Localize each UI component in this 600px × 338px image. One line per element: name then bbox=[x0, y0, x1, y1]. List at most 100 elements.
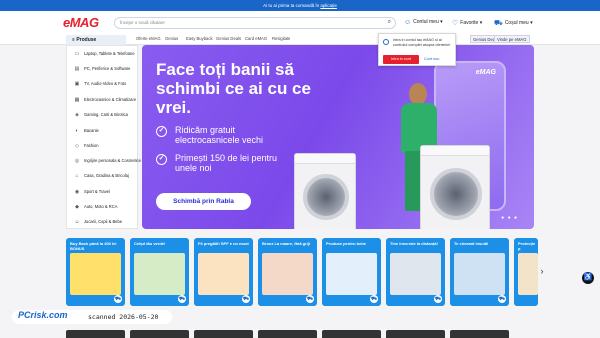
sidebar-item-label: Ingrijire personala & Cosmetice bbox=[84, 158, 141, 163]
sidebar-item-tv[interactable]: ▣ TV, Audio-Video & Foto bbox=[67, 76, 139, 91]
cart-icon[interactable]: ⛟ bbox=[370, 295, 378, 303]
sidebar-item-grocery[interactable]: ◐ Bacanie bbox=[67, 123, 139, 138]
promo-card[interactable]: Te cheamă insulă! ⛟ bbox=[450, 238, 509, 306]
cart-icon[interactable]: ⛟ bbox=[114, 295, 122, 303]
sidebar-item-label: Fashion bbox=[84, 143, 99, 148]
promo-card-title: Celțul tău verde! bbox=[134, 241, 166, 246]
promo-card[interactable]: Tine înecrede la distanță! ⛟ bbox=[386, 238, 445, 306]
nav-link-card[interactable]: Card eMAG bbox=[245, 36, 267, 41]
cart-icon[interactable]: ⛟ bbox=[178, 295, 186, 303]
promo-card-title: Protecție p bbox=[518, 241, 536, 251]
pcrisk-logo: PCrisk.com bbox=[18, 310, 68, 320]
phone-emag-logo: eMAG bbox=[475, 69, 496, 76]
heart-icon: ♡ bbox=[452, 20, 459, 27]
search-input[interactable]: Începe o nouă căutare bbox=[120, 20, 165, 25]
home-icon: ⌂ bbox=[75, 173, 79, 179]
products-menu-button[interactable]: ≡ Produse bbox=[66, 35, 126, 45]
promo-card-title: Te cheamă insulă! bbox=[454, 241, 489, 246]
nav-link-resigilate[interactable]: Resigilate bbox=[272, 36, 290, 41]
search-bar[interactable]: Începe o nouă căutare ⌕ bbox=[114, 17, 396, 29]
cart-icon: ⛟ bbox=[494, 20, 503, 27]
nav-link-genius[interactable]: Genius bbox=[165, 36, 178, 41]
hero-bullet-1: ✓ Ridicăm gratuit electrocasnicele vechi bbox=[156, 125, 296, 147]
promo-card[interactable]: Bronz La maare, fără griji ⛟ bbox=[258, 238, 317, 306]
login-button[interactable]: Intra in cont bbox=[383, 55, 419, 64]
check-circle-icon: ✓ bbox=[156, 154, 167, 165]
sidebar-item-label: TV, Audio-Video & Foto bbox=[84, 81, 127, 86]
site-header: eMAG Începe o nouă căutare ⌕ ☺ Contul meu… bbox=[0, 11, 600, 34]
account-menu[interactable]: ☺ Contul meu ▾ bbox=[404, 19, 443, 26]
grocery-icon: ◐ bbox=[75, 128, 79, 134]
sidebar-item-gaming[interactable]: ◈ Gaming, Carti & Birotica bbox=[67, 107, 139, 122]
sidebar-item-label: PC, Periferice & Software bbox=[84, 66, 131, 71]
topbar-text: Ai tu ai prima ta comandă în bbox=[263, 3, 320, 8]
account-label: Contul meu bbox=[413, 19, 439, 25]
promo-card-title: Bronz La maare, fără griji bbox=[262, 241, 311, 246]
sidebar-item-label: Sport & Travel bbox=[84, 189, 110, 194]
promo-card[interactable]: Fii pregătit! SPF e un must ⛟ bbox=[194, 238, 253, 306]
cart-label: Coșul meu bbox=[504, 20, 529, 26]
topbar-app-link[interactable]: aplicație bbox=[320, 3, 337, 8]
watermark-badge: PCrisk.com scanned 2026-05-20 bbox=[12, 310, 172, 324]
promo-card-title: Buy Back până la 400 lei BONUS bbox=[70, 241, 117, 251]
laptop-icon: ▭ bbox=[74, 51, 80, 57]
sell-on-emag-link[interactable]: Vinde pe eMAG bbox=[494, 35, 530, 43]
watermark-text: scanned 2026-05-20 bbox=[88, 313, 159, 321]
hero-bullet-text: Primești 150 de lei pentru unele noi bbox=[175, 153, 278, 173]
hero-banner[interactable]: Face toți banii să schimbi ce ai cu ce v… bbox=[142, 45, 534, 229]
user-icon: ☺ bbox=[404, 19, 412, 26]
appliance-icon: ▦ bbox=[74, 97, 80, 103]
nav-link-oferte[interactable]: Oferte eMAG bbox=[136, 36, 161, 41]
hero-bullet-text: Ridicăm gratuit electrocasnicele vechi bbox=[175, 125, 264, 145]
promo-card[interactable]: Celțul tău verde! ⛟ bbox=[130, 238, 189, 306]
favorites-menu[interactable]: ♡ Favorite ▾ bbox=[452, 19, 482, 27]
sidebar-item-sport[interactable]: ◉ Sport & Travel bbox=[67, 184, 139, 199]
tv-icon: ▣ bbox=[74, 81, 80, 87]
toys-icon: ☺ bbox=[74, 219, 80, 225]
cart-icon[interactable]: ⛟ bbox=[434, 295, 442, 303]
check-circle-icon: ✓ bbox=[156, 126, 167, 137]
promo-cards-row: Buy Back până la 400 lei BONUS ⛟ Celțul t… bbox=[66, 238, 538, 306]
product-strip-bottom bbox=[66, 330, 538, 338]
new-account-link[interactable]: Cont nou bbox=[424, 55, 439, 64]
sidebar-item-pc[interactable]: ▤ PC, Periferice & Software bbox=[67, 61, 139, 76]
carousel-dots[interactable]: ● ● ● bbox=[501, 215, 518, 221]
user-icon bbox=[383, 39, 389, 45]
promo-card-title: Produse pentru bebe bbox=[326, 241, 367, 246]
nav-link-buyback[interactable]: Easy Buyback bbox=[186, 36, 213, 41]
sidebar-item-label: Auto, Moto & RCA bbox=[84, 204, 118, 209]
sidebar-item-label: Bacanie bbox=[84, 128, 99, 133]
promo-card[interactable]: Produse pentru bebe ⛟ bbox=[322, 238, 381, 306]
sidebar-item-fashion[interactable]: ◇ Fashion bbox=[67, 138, 139, 153]
sidebar-item-laptop[interactable]: ▭ Laptop, Tablete & Telefoane bbox=[67, 46, 139, 61]
sidebar-item-appliances[interactable]: ▦ Electrocasnice & Climatizare bbox=[67, 92, 139, 107]
pc-icon: ▤ bbox=[74, 66, 80, 72]
sidebar-item-label: Gaming, Carti & Birotica bbox=[84, 112, 128, 117]
rabla-cta-button[interactable]: Schimbă prin Rabla bbox=[156, 193, 251, 210]
cart-menu[interactable]: ⛟ Coșul meu ▾ bbox=[494, 19, 533, 28]
search-icon[interactable]: ⌕ bbox=[388, 19, 391, 26]
auto-icon: ◆ bbox=[75, 204, 79, 210]
sidebar-item-auto[interactable]: ◆ Auto, Moto & RCA bbox=[67, 199, 139, 214]
emag-logo[interactable]: eMAG bbox=[63, 15, 99, 30]
hero-title: Face toți banii să schimbi ce ai cu ce v… bbox=[156, 60, 311, 117]
cart-icon[interactable]: ⛟ bbox=[306, 295, 314, 303]
washing-machine-right bbox=[420, 145, 490, 229]
sport-icon: ◉ bbox=[74, 189, 80, 195]
cart-icon[interactable]: ⛟ bbox=[498, 295, 506, 303]
sidebar-item-care[interactable]: ◎ Ingrijire personala & Cosmetice bbox=[67, 153, 141, 168]
main-nav: ≡ Produse Oferte eMAG Genius Easy Buybac… bbox=[0, 34, 600, 45]
sidebar-item-label: Laptop, Tablete & Telefoane bbox=[84, 51, 135, 56]
cart-icon[interactable]: ⛟ bbox=[242, 295, 250, 303]
fashion-icon: ◇ bbox=[75, 143, 79, 149]
nav-link-genius-deals[interactable]: Genius Deals bbox=[216, 36, 241, 41]
promo-card[interactable]: Protecție p bbox=[514, 238, 538, 306]
chevron-right-icon[interactable]: › bbox=[537, 264, 547, 278]
favorites-label: Favorite bbox=[460, 20, 479, 26]
sidebar-item-toys[interactable]: ☺ Jucarii, Copii & Bebe bbox=[67, 214, 139, 229]
sidebar-item-home[interactable]: ⌂ Casa, Gradina & Bricolaj bbox=[67, 168, 139, 183]
care-icon: ◎ bbox=[74, 158, 80, 164]
promo-card[interactable]: Buy Back până la 400 lei BONUS ⛟ bbox=[66, 238, 125, 306]
products-label: Produse bbox=[76, 37, 97, 43]
accessibility-icon[interactable]: ♿ bbox=[582, 272, 594, 284]
